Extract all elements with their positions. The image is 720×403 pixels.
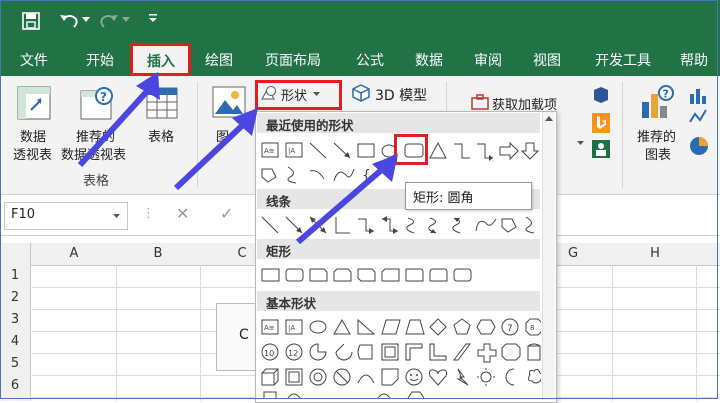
screenshot-border: [0, 0, 718, 399]
